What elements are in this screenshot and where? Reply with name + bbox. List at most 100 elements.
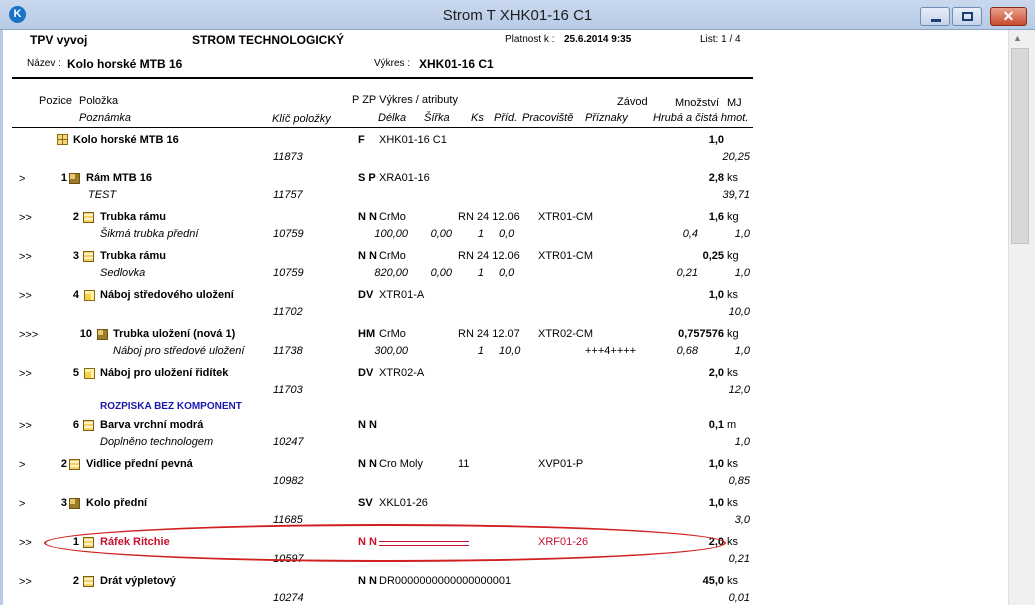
part-icon [83,251,94,262]
item-key: 10759 [273,228,304,240]
item-note: Sedlovka [100,267,146,279]
col-polozka: Položka [79,95,119,107]
drawing-attr: XHK01-16 C1 [379,134,447,146]
close-icon: ✕ [1002,8,1015,24]
unit: kg [727,328,739,340]
unit: m [727,419,737,431]
item-name[interactable]: Vidlice přední pevná [86,458,193,470]
item-key: 10247 [273,436,304,448]
unit: kg [727,211,739,223]
item-name[interactable]: Kolo horské MTB 16 [73,134,179,146]
unit: kg [727,250,739,262]
position: 3 [72,250,79,262]
quantity: 1,0 [708,458,724,470]
allowance: 10,0 [499,345,521,357]
title-bar: K Strom T XHK01-16 C1 ✕ [0,0,1035,30]
col-hruba: Hrubá a čistá hmot. [653,112,749,124]
norm-code: RN 24 12.06 [458,211,520,223]
workplace: XTR01-CM [538,211,594,223]
valid-value: 25.6.2014 9:35 [564,34,632,45]
weight: 0,85 [728,475,750,487]
pzp-code: HM [358,328,376,340]
col-pozice: Pozice [39,95,73,107]
col-sirka: Šířka [424,112,450,124]
unit: ks [727,536,738,548]
pzp-code: F [358,134,365,146]
item-name[interactable]: Kolo přední [86,497,147,509]
item-name[interactable]: Náboj pro uložení řidítek [100,367,228,379]
level-marker: >> [19,368,32,380]
scrollbar-thumb[interactable] [1011,48,1029,244]
item-key: 10982 [273,475,304,487]
item-key: 11757 [273,189,303,201]
valid-label: Platnost k : [505,34,555,45]
item-key: 10274 [273,592,304,604]
workplace: XTR01-CM [538,250,594,262]
col-poznamka: Poznámka [79,112,131,124]
unit: ks [727,575,738,587]
assembly-icon [69,173,80,184]
col-prid: Příd. [494,112,518,124]
window-title: Strom T XHK01-16 C1 [442,7,593,24]
pieces: 11 [458,458,470,470]
minimize-button[interactable] [920,7,950,26]
scroll-up-icon[interactable]: ▲ [1013,33,1022,43]
header-divider [12,77,753,79]
level-marker: >> [19,537,32,549]
drawing-attr: XTR01-A [379,289,425,301]
quantity: 1,6 [708,211,724,223]
unit: ks [727,497,738,509]
col-pzp: P ZP Výkres / atributy [352,94,458,106]
col-mnozstvi: Množství [675,97,720,109]
width: 0,00 [430,228,452,240]
quantity: 1,0 [708,497,724,509]
item-name[interactable]: Drát výpletový [100,575,176,587]
section-heading: ROZPISKA BEZ KOMPONENT [100,401,242,412]
item-name[interactable]: Trubka rámu [100,250,166,262]
quantity: 1,0 [708,134,724,146]
item-note: Doplněno technologem [100,436,214,448]
sheet-number: List: 1 / 4 [700,34,741,45]
position: 10 [79,328,92,340]
norm-code: RN 24 12.07 [458,328,520,340]
item-name[interactable]: Trubka rámu [100,211,166,223]
position: 6 [72,419,79,431]
drawing-attr: Cro Moly [379,458,424,470]
weight: 1,0 [734,345,750,357]
drawing-attr: XKL01-26 [379,497,428,509]
level-marker: >> [19,576,32,588]
gross-weight: 0,21 [676,267,698,279]
item-name[interactable]: Trubka uložení (nová 1) [113,328,235,340]
part-icon [83,420,94,431]
part-icon [83,212,94,223]
assembly-icon [69,498,80,509]
item-name[interactable]: Barva vrchní modrá [100,419,203,431]
part-icon [69,459,80,470]
unit: ks [727,289,738,301]
level-marker: > [19,459,26,471]
item-name[interactable]: Náboj středového uložení [100,289,234,301]
pieces: 1 [477,228,484,240]
level-marker: > [19,173,26,185]
length: 100,00 [374,228,408,240]
quantity: 0,25 [702,250,724,262]
close-button[interactable]: ✕ [990,7,1027,26]
pzp-code: SV [358,497,373,509]
item-name[interactable]: Rám MTB 16 [86,172,152,184]
flags: +++4++++ [585,345,637,357]
gross-weight: 0,68 [676,345,698,357]
item-key: 11873 [273,151,303,163]
name-label: Název : [27,58,61,69]
weight: 12,0 [728,384,750,396]
allowance: 0,0 [499,267,515,279]
length: 820,00 [374,267,408,279]
name-value: Kolo horské MTB 16 [67,57,183,71]
col-zavod: Závod [617,96,648,108]
maximize-button[interactable] [952,7,982,26]
item-note: Náboj pro středové uložení [113,345,245,357]
position: 2 [72,211,79,223]
weight: 3,0 [734,514,750,526]
weight: 0,21 [728,553,750,565]
position: 3 [60,497,67,509]
allowance: 0,0 [499,228,515,240]
